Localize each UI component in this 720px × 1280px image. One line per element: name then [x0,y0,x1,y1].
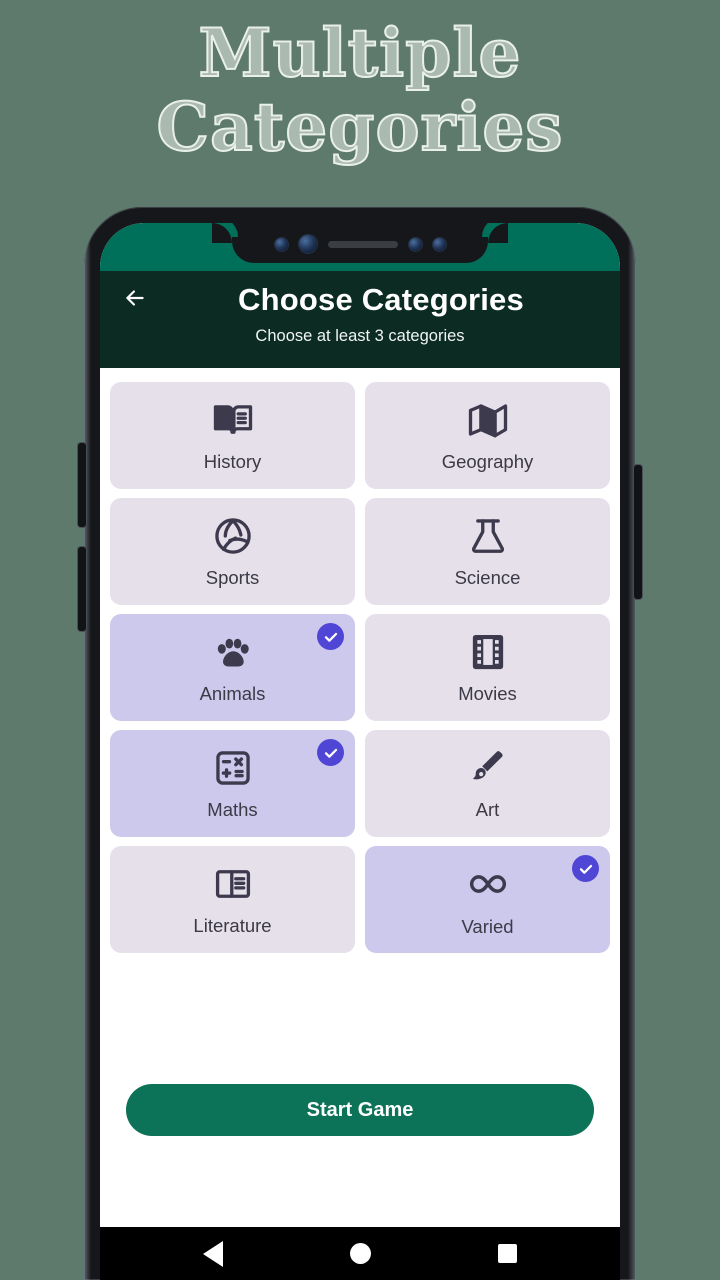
back-triangle-icon[interactable] [203,1240,224,1267]
open-book-icon [212,399,254,446]
ambient-sensor-icon [432,237,446,251]
promo-title-line-1: Multiple [198,14,522,92]
volleyball-icon [212,515,254,562]
category-label: Varied [461,916,514,938]
cta-container: Start Game [100,1084,620,1163]
recents-square-icon[interactable] [497,1244,517,1263]
category-card-art[interactable]: Art [365,730,610,837]
category-card-animals[interactable]: Animals [110,614,355,721]
film-strip-icon [467,631,509,678]
category-label: Literature [193,915,272,937]
volume-down-button[interactable] [78,547,86,631]
paw-print-icon [212,631,254,678]
category-label: Art [475,799,500,821]
power-button[interactable] [634,465,642,599]
category-card-history[interactable]: History [110,382,355,489]
category-card-literature[interactable]: Literature [110,846,355,953]
front-camera-icon [298,235,317,253]
paint-brush-icon [467,747,509,794]
category-label: Movies [458,683,517,705]
home-circle-icon[interactable] [349,1243,371,1264]
selected-check-badge [317,623,344,650]
page-subtitle: Choose at least 3 categories [255,327,465,345]
sensor-dot-icon [274,237,288,251]
category-label: Maths [207,799,258,821]
android-navigation-bar [100,1227,620,1280]
category-label: Animals [199,683,266,705]
category-grid: History Geography Sports Science Animals… [100,368,620,953]
phone-mockup: Choose Categories Choose at least 3 cate… [78,207,642,1280]
start-game-button[interactable]: Start Game [126,1084,594,1136]
flask-icon [467,515,509,562]
volume-up-button[interactable] [78,443,86,527]
folded-map-icon [467,399,509,446]
selected-check-badge [572,855,599,882]
status-bar [100,223,620,271]
promo-title-line-2: Categories [156,88,564,166]
category-card-movies[interactable]: Movies [365,614,610,721]
category-label: History [203,451,262,473]
phone-screen: Choose Categories Choose at least 3 cate… [100,223,620,1280]
page-title: Choose Categories [238,282,524,317]
proximity-sensor-icon [408,237,422,251]
selected-check-badge [317,739,344,766]
category-card-maths[interactable]: Maths [110,730,355,837]
category-card-varied[interactable]: Varied [365,846,610,953]
category-label: Sports [205,567,260,589]
calculator-icon [212,747,254,794]
category-card-sports[interactable]: Sports [110,498,355,605]
earpiece-speaker-icon [327,240,398,248]
content-sheet: History Geography Sports Science Animals… [100,368,620,1163]
category-card-science[interactable]: Science [365,498,610,605]
category-card-geography[interactable]: Geography [365,382,610,489]
app-bar: Choose Categories Choose at least 3 cate… [100,271,620,368]
category-label: Geography [441,451,534,473]
infinity-icon [466,862,510,911]
category-label: Science [454,567,521,589]
article-book-icon [212,863,254,910]
promo-title: Multiple Categories [0,14,720,166]
display-notch [212,223,508,263]
